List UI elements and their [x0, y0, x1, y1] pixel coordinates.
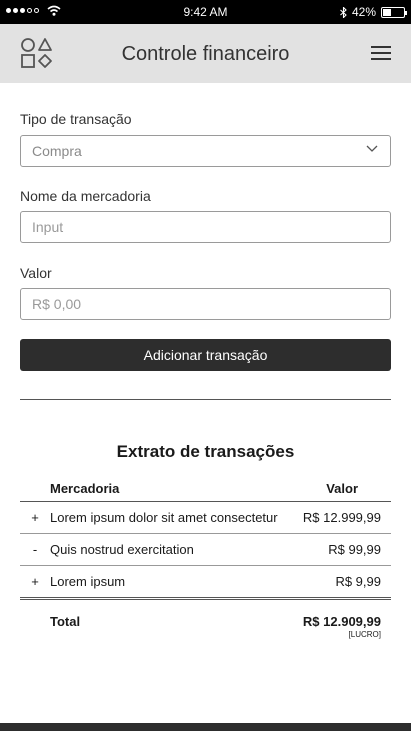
transaction-type-value: Compra	[32, 143, 82, 159]
battery-icon	[381, 6, 407, 18]
sign-column-header	[20, 476, 50, 502]
total-label: Total	[50, 613, 81, 629]
total-status-badge: [LUCRO]	[348, 629, 381, 639]
battery-fill	[383, 8, 392, 16]
battery-percentage: 42%	[351, 5, 376, 19]
table-row: - Quis nostrud exercitation R$ 99,99	[20, 533, 391, 566]
add-transaction-button[interactable]: Adicionar transação	[20, 339, 391, 371]
total-value: R$ 12.909,99	[302, 613, 381, 629]
table-row: + Lorem ipsum dolor sit amet consectetur…	[20, 501, 391, 534]
bluetooth-icon	[340, 6, 347, 18]
transaction-value: R$ 12.999,99	[295, 501, 391, 534]
transaction-item: Quis nostrud exercitation	[50, 533, 296, 566]
app-header: Controle financeiro	[0, 24, 411, 83]
value-label: Valor	[20, 265, 52, 281]
total-row: Total R$ 12.909,99 [LUCRO]	[20, 598, 391, 647]
chevron-down-icon	[366, 145, 378, 152]
transaction-sign: -	[20, 533, 50, 566]
transaction-sign: +	[20, 501, 50, 534]
transaction-item: Lorem ipsum dolor sit amet consectetur	[50, 501, 296, 534]
transaction-value: R$ 99,99	[295, 533, 391, 566]
merchandise-name-input[interactable]	[20, 211, 391, 243]
table-header-row: Mercadoria Valor	[20, 476, 391, 502]
transaction-item: Lorem ipsum	[50, 565, 296, 600]
transactions-table: Mercadoria Valor + Lorem ipsum dolor sit…	[20, 476, 391, 647]
item-column-header: Mercadoria	[50, 476, 296, 502]
section-divider	[20, 399, 391, 400]
value-input[interactable]	[20, 288, 391, 320]
page-title: Controle financeiro	[121, 43, 290, 65]
statement-title: Extrato de transações	[116, 442, 295, 461]
merchandise-name-label: Nome da mercadoria	[20, 188, 151, 204]
battery-nub	[405, 10, 407, 15]
status-bar: 9:42 AM 42%	[0, 0, 411, 24]
transaction-type-label: Tipo de transação	[20, 111, 132, 127]
table-row: + Lorem ipsum R$ 9,99	[20, 565, 391, 600]
transaction-sign: +	[20, 565, 50, 600]
hamburger-menu-icon[interactable]	[371, 46, 391, 61]
value-column-header: Valor	[295, 476, 391, 502]
transaction-value: R$ 9,99	[295, 565, 391, 600]
transaction-type-select[interactable]: Compra	[20, 135, 391, 167]
bottom-bar	[0, 723, 411, 731]
